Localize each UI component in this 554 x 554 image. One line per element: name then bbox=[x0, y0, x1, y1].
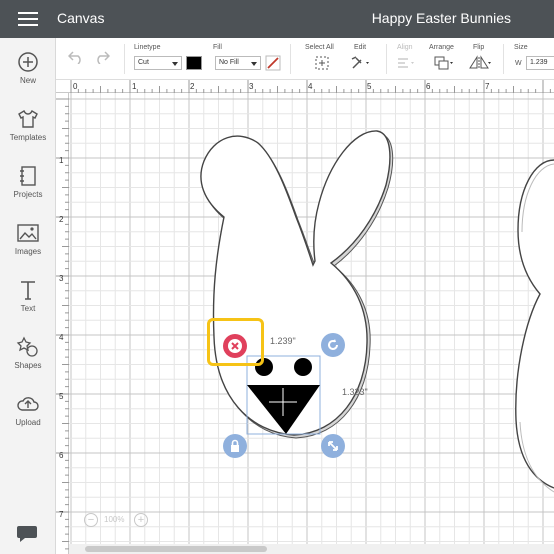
sidebar-item-label: New bbox=[19, 76, 36, 85]
hamburger-menu-icon[interactable] bbox=[18, 12, 38, 26]
cloud-upload-icon bbox=[17, 397, 39, 411]
chevron-down-icon bbox=[251, 62, 257, 66]
linetype-select[interactable]: Cut bbox=[134, 56, 182, 70]
shapes-icon bbox=[16, 336, 38, 357]
width-label: W bbox=[515, 60, 522, 67]
sidebar-item-shapes[interactable]: Shapes bbox=[0, 335, 56, 387]
fill-select[interactable]: No Fill bbox=[215, 56, 261, 70]
linetype-label: Linetype bbox=[134, 44, 161, 51]
resize-handle[interactable] bbox=[321, 434, 345, 458]
sidebar-item-text[interactable]: Text bbox=[0, 278, 56, 330]
delete-button[interactable] bbox=[223, 334, 247, 358]
sidebar-item-label: Shapes bbox=[14, 361, 42, 370]
edit-label: Edit bbox=[354, 44, 367, 51]
flip-label: Flip bbox=[473, 44, 485, 51]
zoom-level: 100% bbox=[104, 515, 125, 524]
chat-bubble-icon[interactable] bbox=[16, 524, 38, 544]
arrange-icon[interactable] bbox=[433, 55, 455, 71]
design-canvas[interactable]: 0 1 2 3 4 5 6 7 1 2 3 4 5 6 7 1.239" 1.3… bbox=[56, 80, 554, 554]
align-label: Align bbox=[397, 44, 413, 51]
fill-label: Fill bbox=[213, 44, 222, 51]
shirt-icon bbox=[18, 110, 38, 128]
rotate-handle[interactable] bbox=[321, 333, 345, 357]
bunny-artwork[interactable] bbox=[56, 80, 554, 554]
sidebar-item-label: Templates bbox=[9, 133, 47, 142]
redo-icon[interactable] bbox=[94, 50, 110, 64]
project-title[interactable]: Happy Easter Bunnies bbox=[372, 10, 511, 26]
sidebar-item-new[interactable]: New bbox=[0, 50, 56, 102]
horizontal-scrollbar[interactable] bbox=[69, 544, 554, 554]
linetype-value: Cut bbox=[138, 59, 149, 66]
sidebar-item-templates[interactable]: Templates bbox=[0, 107, 56, 159]
fill-value: No Fill bbox=[219, 59, 239, 66]
left-sidebar: New Templates Projects Images Text Shape… bbox=[0, 38, 56, 554]
sidebar-item-projects[interactable]: Projects bbox=[0, 164, 56, 216]
notebook-icon bbox=[20, 166, 36, 186]
sidebar-item-label: Images bbox=[14, 247, 42, 256]
divider bbox=[503, 44, 504, 74]
divider bbox=[386, 44, 387, 74]
selection-height-label: 1.323" bbox=[342, 387, 368, 397]
sidebar-item-label: Projects bbox=[13, 190, 43, 199]
lock-proportions-handle[interactable] bbox=[223, 434, 247, 458]
edit-toolbar: Linetype Cut Fill No Fill Select All Edi… bbox=[56, 38, 554, 80]
divider bbox=[290, 44, 291, 74]
app-title: Canvas bbox=[57, 10, 105, 26]
sidebar-item-upload[interactable]: Upload bbox=[0, 392, 56, 444]
arrange-label: Arrange bbox=[429, 44, 454, 51]
zoom-controls: − 100% + bbox=[80, 512, 150, 528]
sidebar-item-label: Text bbox=[20, 304, 36, 313]
resize-arrows-icon bbox=[328, 441, 338, 451]
edit-tools-icon[interactable] bbox=[350, 55, 372, 71]
bunny-eye-right[interactable] bbox=[294, 358, 312, 376]
selection-width-label: 1.239" bbox=[270, 336, 296, 346]
close-icon bbox=[228, 339, 242, 353]
top-bar: Canvas Happy Easter Bunnies bbox=[0, 0, 554, 38]
select-all-icon[interactable] bbox=[314, 55, 330, 71]
divider bbox=[124, 44, 125, 74]
text-t-icon bbox=[21, 281, 35, 300]
rotate-icon bbox=[328, 339, 338, 350]
width-value: 1.239 bbox=[530, 59, 548, 66]
width-input[interactable]: 1.239 bbox=[526, 56, 554, 70]
zoom-out-button[interactable]: − bbox=[84, 513, 98, 527]
plus-circle-icon bbox=[18, 52, 38, 72]
select-all-label: Select All bbox=[305, 44, 334, 51]
zoom-in-button[interactable]: + bbox=[134, 513, 148, 527]
align-icon[interactable] bbox=[396, 56, 418, 70]
no-fill-slash-icon[interactable] bbox=[265, 55, 281, 71]
scrollbar-thumb[interactable] bbox=[85, 546, 267, 552]
image-icon bbox=[17, 224, 39, 242]
lock-icon bbox=[231, 439, 239, 452]
fill-color-swatch[interactable] bbox=[186, 56, 202, 70]
undo-icon[interactable] bbox=[68, 50, 84, 64]
flip-icon[interactable] bbox=[468, 55, 492, 71]
chevron-down-icon bbox=[172, 62, 178, 66]
size-label: Size bbox=[514, 44, 528, 51]
sidebar-item-images[interactable]: Images bbox=[0, 221, 56, 273]
sidebar-item-label: Upload bbox=[15, 418, 41, 427]
